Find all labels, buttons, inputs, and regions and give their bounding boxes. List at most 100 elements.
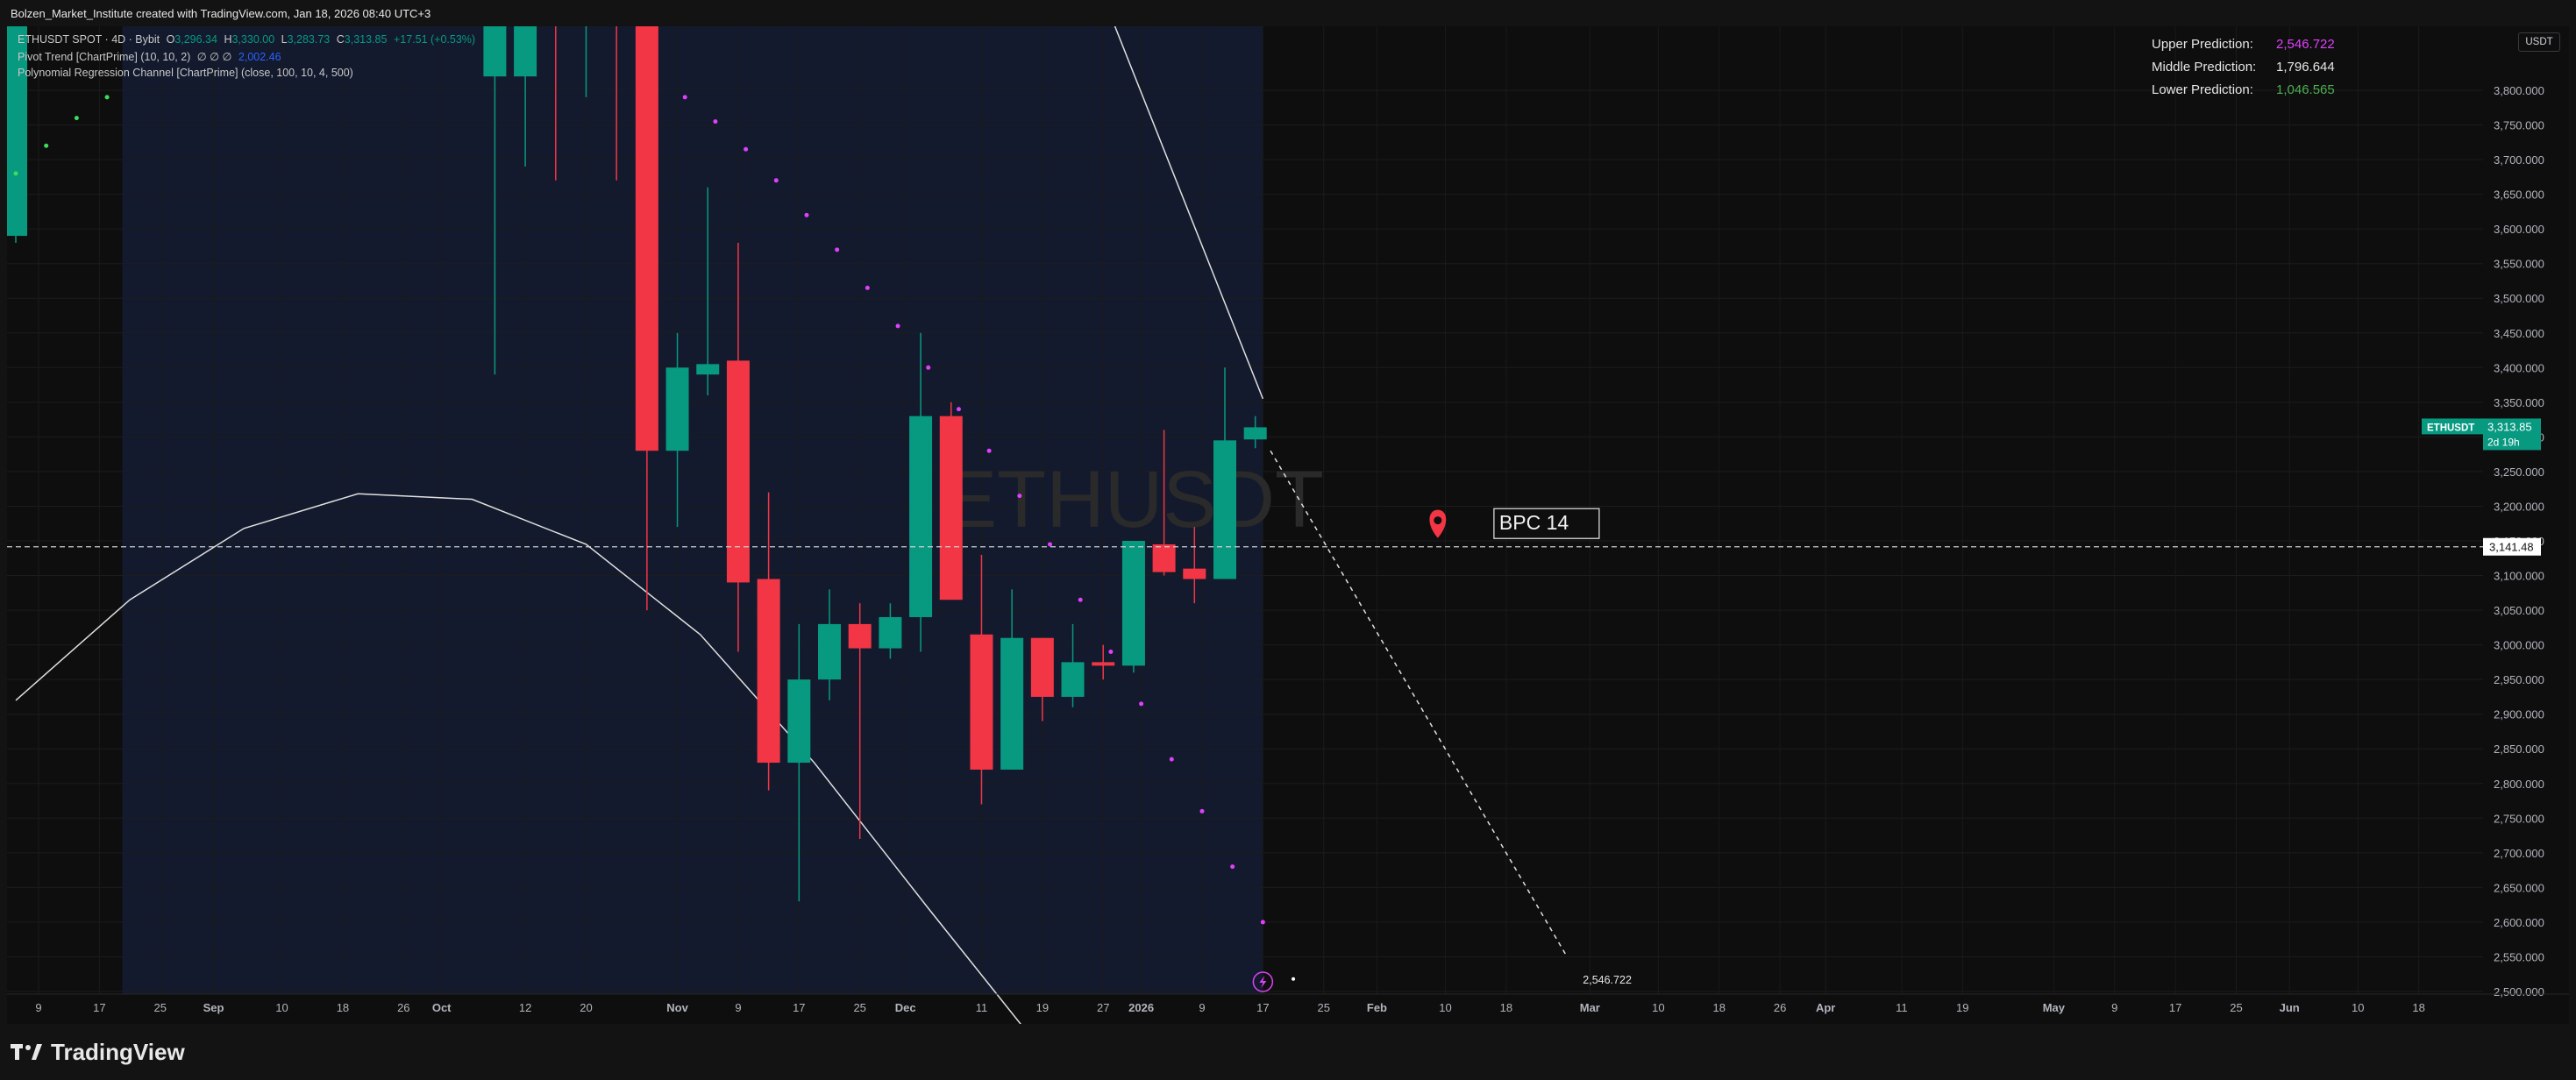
pivot-dot-magenta — [1169, 757, 1174, 762]
price-tick-label: 3,250.000 — [2494, 465, 2544, 479]
candle-up[interactable] — [483, 26, 507, 77]
price-tick-label: 3,500.000 — [2494, 292, 2544, 305]
candle-down[interactable] — [970, 634, 993, 770]
candle-down[interactable] — [1030, 637, 1054, 697]
legend-close-label: C — [336, 33, 345, 46]
candle-down[interactable] — [939, 416, 963, 600]
candle-up[interactable] — [514, 26, 537, 77]
candle-down[interactable] — [757, 579, 780, 764]
time-tick-label: Sep — [203, 1001, 224, 1014]
price-tick-label: 2,500.000 — [2494, 985, 2544, 998]
pivot-dot-magenta — [956, 407, 961, 412]
price-tick-label: 3,200.000 — [2494, 500, 2544, 513]
candle-up[interactable] — [1243, 427, 1267, 440]
pivot-dot-magenta — [1199, 808, 1205, 814]
candle-down[interactable] — [1183, 568, 1206, 579]
time-tick-label: Jun — [2280, 1001, 2300, 1014]
time-tick-label: 17 — [793, 1001, 805, 1014]
time-tick-label: 11 — [1896, 1001, 1908, 1014]
pivot-dot-magenta — [895, 323, 900, 329]
time-tick-label: 19 — [1036, 1001, 1049, 1014]
prediction-upper-row: Upper Prediction: 2,546.722 — [2152, 37, 2362, 60]
time-tick-label: Apr — [1816, 1001, 1835, 1014]
prediction-middle-row: Middle Prediction: 1,796.644 — [2152, 60, 2362, 82]
currency-selector[interactable]: USDT — [2518, 32, 2560, 52]
candle-up[interactable] — [1121, 541, 1145, 666]
pivot-dot-magenta — [1078, 597, 1083, 602]
price-tick-label: 3,400.000 — [2494, 361, 2544, 374]
candle-up[interactable] — [696, 364, 720, 375]
pivot-dot-green — [104, 95, 110, 100]
candle-up[interactable] — [1000, 637, 1024, 770]
time-tick-label: 2026 — [1128, 1001, 1154, 1014]
pivot-dot-magenta — [713, 119, 718, 124]
price-tick-label: 3,700.000 — [2494, 153, 2544, 167]
pivot-dot-magenta — [1108, 650, 1114, 655]
time-tick-label: 10 — [275, 1001, 288, 1014]
candle-up[interactable] — [879, 616, 902, 649]
pivot-dot-magenta — [1048, 542, 1053, 547]
candle-up[interactable] — [1061, 662, 1085, 697]
candle-up[interactable] — [787, 679, 811, 764]
time-tick-label: 18 — [1500, 1001, 1512, 1014]
legend-indicator-pivot[interactable]: Pivot Trend [ChartPrime] (10, 10, 2) ∅ ∅… — [18, 50, 285, 63]
target-dot — [1292, 977, 1296, 981]
legend-close: 3,313.85 — [344, 33, 388, 46]
tradingview-logo-icon — [11, 1044, 42, 1060]
bar-countdown: 2d 19h — [2487, 436, 2520, 448]
annotation-price-value: 3,141.48 — [2489, 541, 2534, 554]
pivot-dot-magenta — [744, 146, 749, 152]
price-tick-label: 2,550.000 — [2494, 950, 2544, 963]
time-tick-label: 11 — [976, 1001, 988, 1014]
legend-symbol-line: ETHUSDT SPOT · 4D · Bybit O3,296.34 H3,3… — [18, 33, 479, 46]
price-tick-label: 3,800.000 — [2494, 84, 2544, 97]
legend-high: 3,330.00 — [231, 33, 275, 46]
pivot-dot-magenta — [1139, 701, 1144, 707]
price-chart[interactable]: ETHUSDT 2,546.722 BPC 14 2,500.000 2,550.000… — [7, 26, 2569, 1024]
time-tick-label: 20 — [580, 1001, 592, 1014]
pivot-dot-green — [74, 116, 79, 121]
legend-indicator-regression[interactable]: Polynomial Regression Channel [ChartPrim… — [18, 67, 357, 79]
candle-down[interactable] — [848, 623, 872, 649]
tradingview-logo[interactable]: TradingView — [11, 1036, 185, 1068]
price-tick-label: 3,350.000 — [2494, 396, 2544, 409]
time-tick-label: Feb — [1367, 1001, 1387, 1014]
prediction-middle-label: Middle Prediction: — [2152, 60, 2257, 75]
last-price-value: 3,313.85 — [2487, 420, 2532, 433]
candle-down[interactable] — [1152, 544, 1176, 572]
bpc-label-text: BPC 14 — [1499, 511, 1569, 534]
time-tick-label: 9 — [1199, 1001, 1205, 1014]
price-tick-label: 3,650.000 — [2494, 188, 2544, 202]
candle-up[interactable] — [1213, 440, 1236, 579]
candle-up[interactable] — [909, 416, 933, 617]
time-tick-label: 25 — [154, 1001, 167, 1014]
chart-area[interactable]: ETHUSDT 2,546.722 BPC 14 2,500.000 2,550.000… — [7, 26, 2569, 1024]
time-tick-label: 25 — [1318, 1001, 1330, 1014]
time-tick-label: Dec — [895, 1001, 916, 1014]
pivot-dot-magenta — [1017, 494, 1022, 499]
candle-down[interactable] — [726, 360, 750, 583]
time-tick-label: 9 — [2111, 1001, 2117, 1014]
pivot-dot-magenta — [926, 365, 931, 370]
candle-up[interactable] — [818, 623, 842, 680]
time-tick-label: 10 — [2352, 1001, 2364, 1014]
time-tick-label: 26 — [397, 1001, 409, 1014]
candle-up[interactable] — [665, 367, 689, 451]
prediction-table: Upper Prediction: 2,546.722 Middle Predi… — [2152, 37, 2362, 105]
price-axis[interactable] — [2483, 26, 2569, 1024]
prediction-lower-label: Lower Prediction: — [2152, 82, 2253, 97]
legend-open-label: O — [166, 33, 175, 46]
time-tick-label: 17 — [93, 1001, 105, 1014]
top-bar: Bolzen_Market_Institute created with Tra… — [0, 0, 2576, 26]
price-tick-label: 2,650.000 — [2494, 881, 2544, 894]
candle-down[interactable] — [1092, 662, 1115, 666]
price-tick-label: 2,850.000 — [2494, 742, 2544, 756]
indicator-pivot-value: 2,002.46 — [238, 51, 281, 63]
candle-down[interactable] — [635, 26, 658, 451]
price-tick-label: 2,750.000 — [2494, 812, 2544, 825]
pivot-dot-green — [44, 143, 49, 148]
price-tick-label: 3,600.000 — [2494, 223, 2544, 236]
time-tick-label: 9 — [735, 1001, 741, 1014]
time-tick-label: 12 — [519, 1001, 531, 1014]
price-tick-label: 2,800.000 — [2494, 778, 2544, 791]
